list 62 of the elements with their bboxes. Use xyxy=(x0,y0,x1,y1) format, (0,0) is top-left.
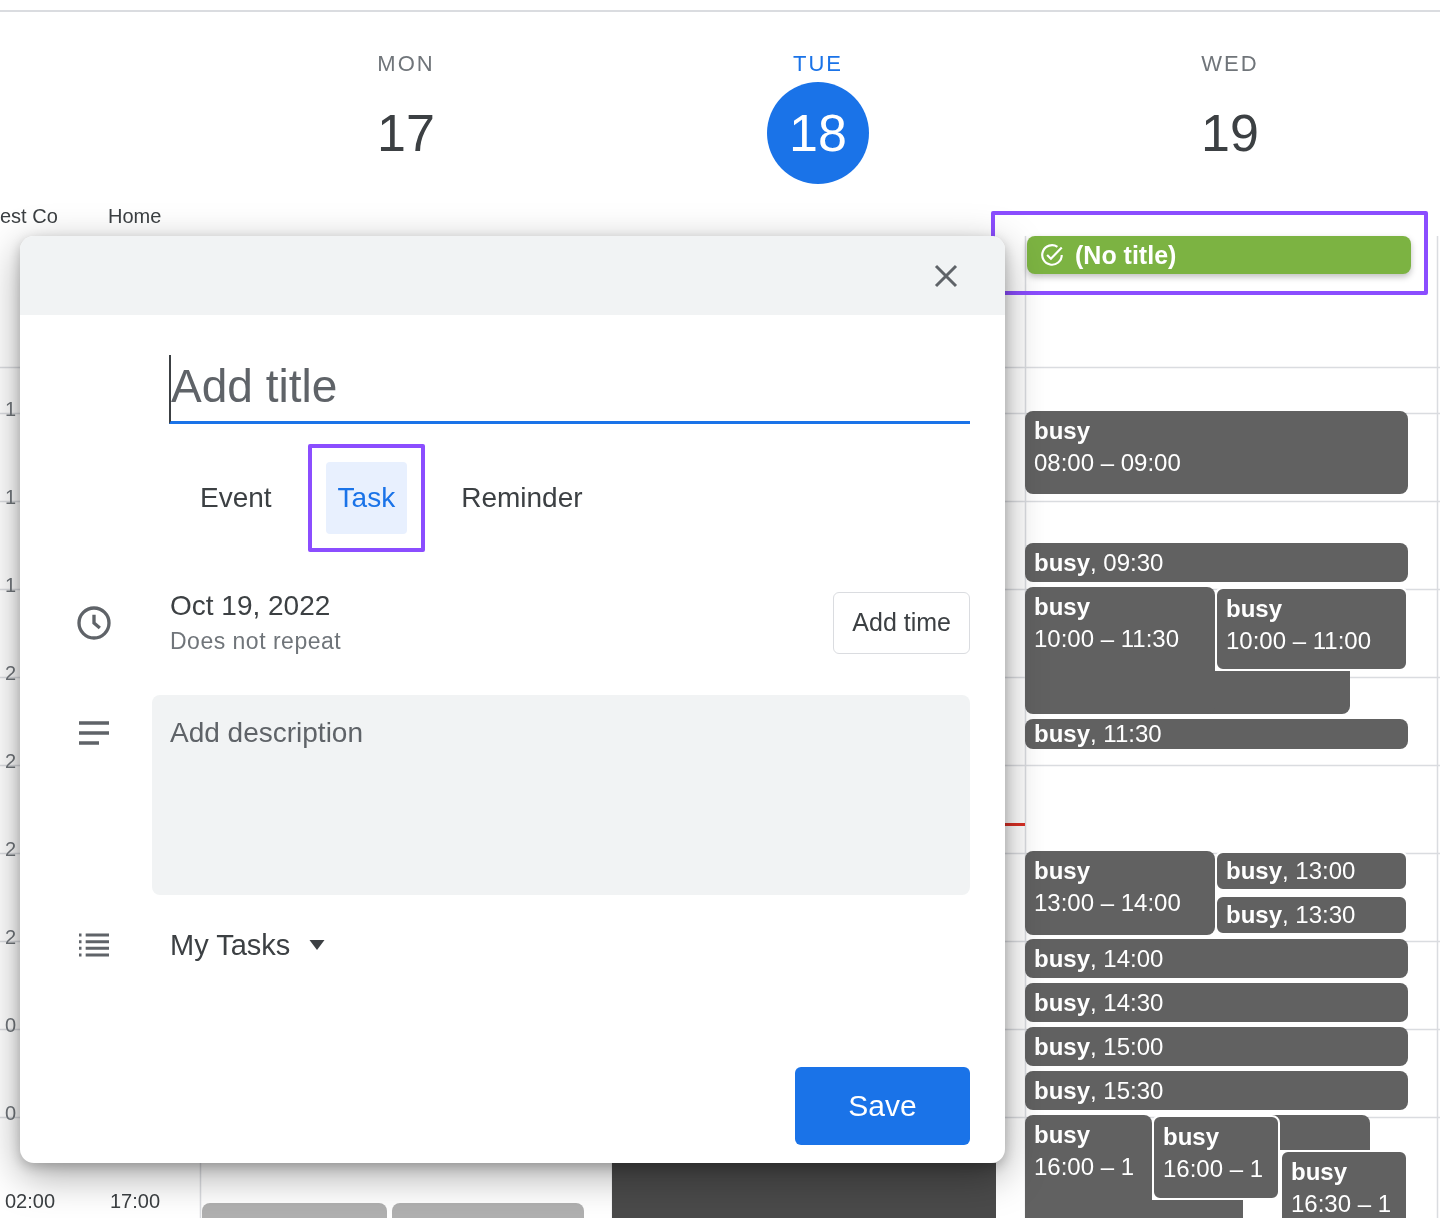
hour-label: 0 xyxy=(5,1102,17,1125)
event-block[interactable]: busy 16:00 – 1 xyxy=(1025,1115,1152,1218)
current-time-line xyxy=(1005,823,1025,826)
caret-icon xyxy=(308,940,327,950)
save-button[interactable]: Save xyxy=(795,1067,970,1145)
event-chip[interactable]: busy, 15:00 xyxy=(1025,1027,1408,1066)
event-title: busy xyxy=(1034,1120,1090,1150)
check-circle-icon xyxy=(1039,242,1065,268)
date-text[interactable]: Oct 19, 2022 xyxy=(170,590,834,622)
repeat-text[interactable]: Does not repeat xyxy=(170,628,834,655)
event-chip[interactable]: busy, 15:30 xyxy=(1025,1071,1408,1110)
event-chip[interactable]: busy, 13:00 xyxy=(1215,851,1408,891)
weekday-label: MON xyxy=(377,50,435,78)
weekday-label: TUE xyxy=(793,50,843,78)
event-time: 10:00 – 11:00 xyxy=(1226,626,1372,656)
event-block[interactable]: busy 10:00 – 11:00 xyxy=(1215,587,1408,671)
hour-label: 1 xyxy=(5,486,17,509)
event-time: 13:00 – 14:00 xyxy=(1034,888,1181,918)
event-chip[interactable]: busy, 13:30 xyxy=(1215,895,1408,935)
type-tab[interactable]: Task xyxy=(325,462,408,534)
calendar-label: est Co xyxy=(0,205,58,228)
hour-label: 2 xyxy=(5,926,17,949)
event-time: 08:00 – 09:00 xyxy=(1034,448,1181,478)
event-chip[interactable]: busy, 14:30 xyxy=(1025,983,1408,1022)
event-title: busy xyxy=(1226,594,1282,624)
type-tab[interactable]: Reminder xyxy=(449,462,595,534)
type-tab[interactable]: Event xyxy=(188,462,284,534)
hour-label: 1 xyxy=(5,574,17,597)
time-label: 02:00 xyxy=(5,1190,56,1213)
date-number[interactable]: 17 xyxy=(355,82,457,184)
hour-label: 2 xyxy=(5,662,17,685)
event-title: busy xyxy=(1291,1157,1347,1187)
description-field[interactable]: Add description xyxy=(152,695,970,895)
event-block[interactable]: busy 10:00 – 11:30 xyxy=(1025,587,1215,714)
event-time: 10:00 – 11:30 xyxy=(1034,624,1180,654)
date-number[interactable]: 18 xyxy=(767,82,869,184)
event-title: busy xyxy=(1034,856,1090,886)
weekday-label: WED xyxy=(1201,50,1259,78)
event-time: 16:30 – 1 xyxy=(1291,1189,1392,1218)
calendar-label: Home xyxy=(108,205,162,228)
event-chip[interactable]: busy, 09:30 xyxy=(1025,543,1408,582)
event-block[interactable]: busy 13:00 – 14:00 xyxy=(1025,851,1215,935)
title-input[interactable]: Add title xyxy=(169,355,970,424)
task-list-dropdown[interactable]: My Tasks xyxy=(170,928,327,962)
event-time: 16:00 – 1 xyxy=(1034,1152,1135,1182)
event-title: busy xyxy=(1163,1122,1219,1152)
hour-label: 2 xyxy=(5,838,17,861)
event-block[interactable]: busy 16:00 – 1 xyxy=(1152,1115,1280,1200)
add-time-button[interactable]: Add time xyxy=(833,591,970,654)
event-block[interactable]: busy 16:30 – 1 xyxy=(1280,1150,1408,1218)
event-title: busy xyxy=(1034,416,1090,446)
event-title: (No title) xyxy=(1075,240,1177,270)
event-block[interactable]: busy 08:00 – 09:00 xyxy=(1025,411,1408,494)
event-chip[interactable]: busy, 14:00 xyxy=(1025,939,1408,978)
hour-label: 0 xyxy=(5,1014,17,1037)
event-time: 16:00 – 1 xyxy=(1163,1154,1264,1184)
event-title: busy xyxy=(1034,592,1090,622)
event-chip[interactable]: busy, 11:30 xyxy=(1025,719,1408,749)
date-number[interactable]: 19 xyxy=(1179,82,1281,184)
time-label: 17:00 xyxy=(110,1190,161,1213)
hour-label: 2 xyxy=(5,750,17,773)
hour-label: 1 xyxy=(5,398,17,421)
